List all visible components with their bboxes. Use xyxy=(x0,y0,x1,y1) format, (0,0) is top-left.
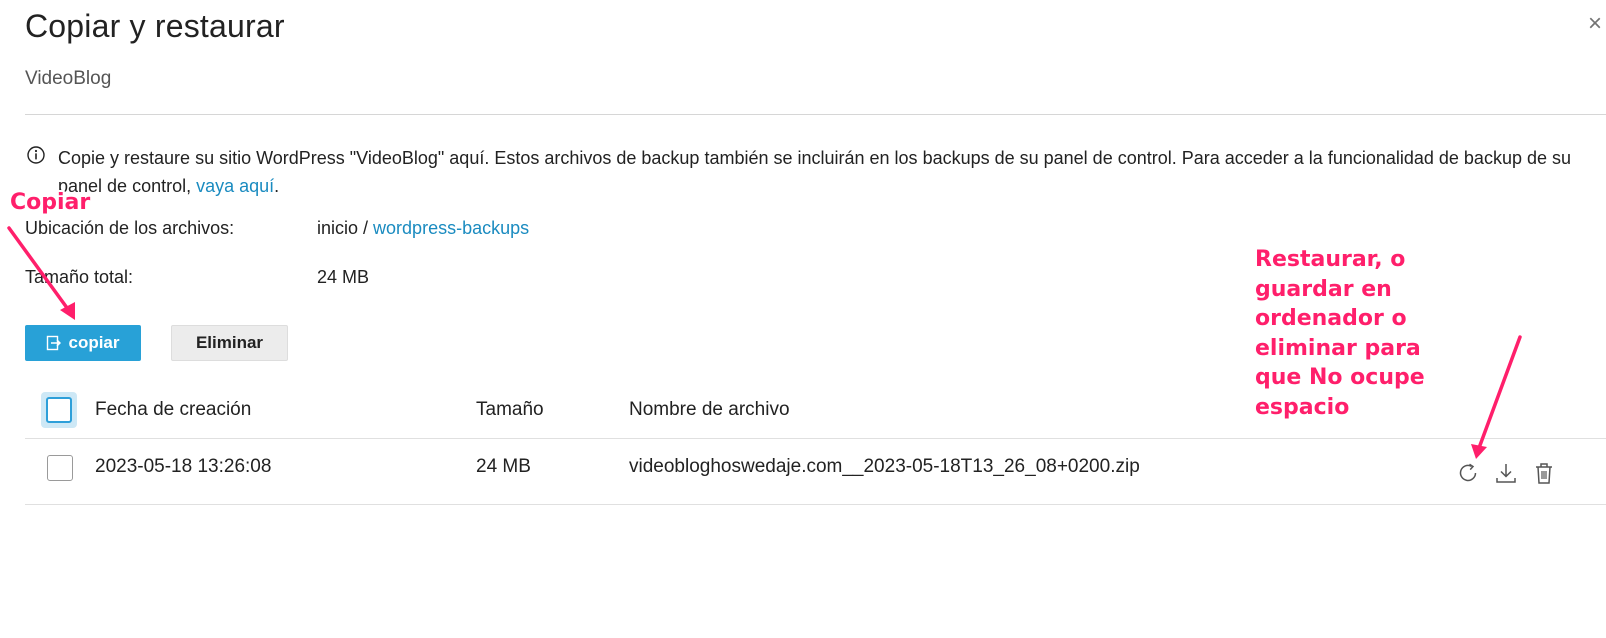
total-size-label: Tamaño total: xyxy=(25,267,134,287)
info-icon xyxy=(27,146,45,164)
annotation-line: guardar en xyxy=(1255,276,1392,302)
annotation-arrow-restore xyxy=(1471,335,1522,459)
column-header-filename[interactable]: Nombre de archivo xyxy=(629,399,790,421)
annotation-line: ordenador o xyxy=(1255,306,1407,331)
dialog-subtitle: VideoBlog xyxy=(25,68,112,89)
column-header-date[interactable]: Fecha de creación xyxy=(95,399,251,421)
annotation-copy-label: Copiar xyxy=(10,190,91,215)
row-size: 24 MB xyxy=(476,456,531,477)
info-trailing: . xyxy=(274,176,280,196)
dialog-title: Copiar y restaurar xyxy=(25,8,285,44)
copy-button-label: copiar xyxy=(68,333,120,352)
annotation-line: eliminar para xyxy=(1255,335,1421,361)
location-separator: / xyxy=(358,218,374,238)
select-all-checkbox[interactable] xyxy=(46,397,72,423)
info-message: Copie y restaure su sitio WordPress "Vid… xyxy=(58,144,1598,200)
total-size-value: 24 MB xyxy=(317,267,370,287)
file-location-value: inicio / wordpress-backups xyxy=(317,218,529,239)
divider xyxy=(25,114,1606,115)
file-location-label: Ubicación de los archivos: xyxy=(25,218,235,238)
row-checkbox[interactable] xyxy=(47,455,73,481)
close-icon[interactable]: × xyxy=(1588,12,1602,36)
backups-folder-link[interactable]: wordpress-backups xyxy=(373,218,529,238)
annotation-restore-label: Restaurar, o guardar en ordenador o elim… xyxy=(1255,245,1455,422)
info-text: Copie y restaure su sitio WordPress "Vid… xyxy=(58,148,1572,196)
location-root: inicio xyxy=(317,218,359,238)
annotation-line: Restaurar, o xyxy=(1255,247,1406,272)
go-here-link[interactable]: vaya aquí xyxy=(196,176,274,196)
annotation-line: que No ocupe xyxy=(1255,365,1425,390)
row-date: 2023-05-18 13:26:08 xyxy=(95,456,272,477)
annotation-line: espacio xyxy=(1255,394,1350,420)
row-divider xyxy=(25,504,1606,505)
restore-icon[interactable] xyxy=(1457,461,1479,485)
copy-icon xyxy=(47,335,62,351)
column-header-size[interactable]: Tamaño xyxy=(476,399,544,421)
copy-button[interactable]: copiar xyxy=(25,325,141,361)
trash-icon[interactable] xyxy=(1533,461,1555,485)
header-divider xyxy=(25,438,1606,439)
row-filename: videobloghoswedaje.com__2023-05-18T13_26… xyxy=(629,456,1140,477)
download-icon[interactable] xyxy=(1495,461,1517,485)
delete-button[interactable]: Eliminar xyxy=(171,325,288,361)
